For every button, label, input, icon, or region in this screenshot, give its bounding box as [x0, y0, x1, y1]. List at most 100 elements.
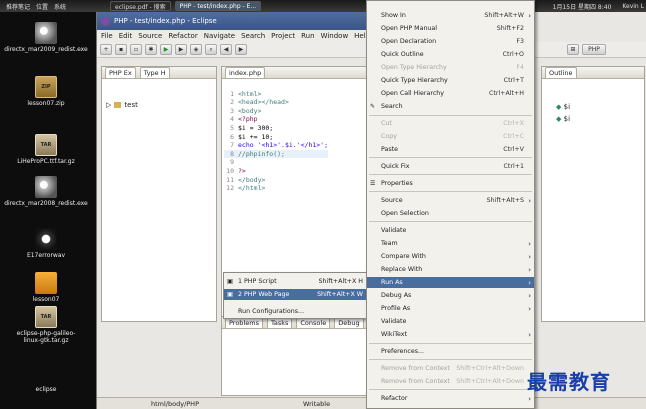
menu-item-copy: Copy Ctrl+C — [381, 133, 524, 140]
tar-icon: TAR — [35, 306, 57, 328]
submenu-arrow-icon: › — [528, 11, 531, 20]
explorer-tabs: PHP Ex Type H — [102, 67, 216, 79]
menu-item-paste[interactable]: Paste Ctrl+V — [367, 144, 534, 155]
menu-item-refactor[interactable]: Refactor › — [367, 393, 534, 404]
menu-item-wikitext[interactable]: WikiText › — [367, 329, 534, 340]
submenu-run-configurations[interactable]: Run Configurations... — [224, 306, 367, 317]
outline-tabs: Outline — [542, 67, 644, 79]
menu-separator — [369, 343, 532, 344]
menu-item-debug-as[interactable]: Debug As › — [367, 290, 534, 301]
outline-item[interactable]: ◆ $i — [556, 113, 570, 125]
menu-item-quick-outline[interactable]: Quick Outline Ctrl+O — [367, 49, 534, 60]
php-explorer-panel: PHP Ex Type H ▷ test — [101, 66, 217, 322]
task-button[interactable]: eclipse.pdf - 搜索 — [110, 1, 171, 11]
save-icon[interactable]: ▪ — [115, 44, 127, 55]
menu-item-team[interactable]: Team › — [367, 238, 534, 249]
task-button-active[interactable]: PHP - test/index.php - E... — [174, 1, 262, 11]
tab-index-php[interactable]: index.php — [225, 67, 266, 78]
title-bar: PHP - test/index.php - Eclipse — [97, 12, 369, 30]
menu-window[interactable]: Window — [321, 32, 349, 40]
code-line: 9 — [230, 158, 234, 167]
desktop-icon[interactable]: directx_mar2009_redist.exe — [4, 22, 88, 53]
menu-separator — [369, 115, 532, 116]
submenu-php-script[interactable]: ▣ 1 PHP Script Shift+Alt+X H — [224, 276, 367, 287]
back-icon[interactable]: ◀ — [220, 44, 232, 55]
outline-panel: Outline ◆ $i ◆ $i — [541, 66, 645, 322]
code-line: 10 ?> — [226, 166, 246, 175]
run-icon[interactable]: ▶ — [160, 44, 172, 55]
debug-icon[interactable]: ✱ — [145, 44, 157, 55]
menu-item-open-call-hierarchy[interactable]: Open Call Hierarchy Ctrl+Alt+H — [367, 88, 534, 99]
print-icon[interactable]: ▫ — [130, 44, 142, 55]
tab-outline[interactable]: Outline — [545, 67, 577, 78]
menu-item-show-in[interactable]: Show In Shift+Alt+W › — [367, 10, 534, 21]
code-area[interactable]: 1 <html> 2 <head></head> 3 <body> 4 <?php 5 $i = … — [224, 81, 329, 210]
taskbar-item[interactable]: 系统 — [54, 2, 66, 11]
desktop-icons: directx_mar2009_redist.exe ZIP lesson07.… — [2, 16, 92, 409]
taskbar-item[interactable]: 推荐笔记 — [6, 2, 30, 11]
menu-item-replace-with[interactable]: Replace With › — [367, 264, 534, 275]
menu-edit[interactable]: Edit — [119, 32, 133, 40]
user-name[interactable]: Kevin L — [622, 3, 644, 10]
menu-separator — [369, 359, 532, 360]
menu-item-open-selection[interactable]: Open Selection — [367, 208, 534, 219]
desktop-icon[interactable]: eclipse — [14, 386, 78, 393]
menu-item-quick-type-hierarchy[interactable]: Quick Type Hierarchy Ctrl+T — [367, 75, 534, 86]
menu-item-open-declaration[interactable]: Open Declaration F3 — [367, 36, 534, 47]
outline-item[interactable]: ◆ $i — [556, 101, 570, 113]
code-line: 7 echo '<h1>'.$i.'</h1>'; — [230, 141, 329, 150]
menu-search[interactable]: Search — [241, 32, 265, 40]
code-line: 2 <head></head> — [230, 98, 289, 107]
desktop-icon[interactable]: directx_mar2008_redist.exe — [4, 176, 88, 207]
menu-item-quick-fix[interactable]: Quick Fix Ctrl+1 — [367, 161, 534, 172]
menu-item-validate[interactable]: Validate — [367, 225, 534, 236]
zip-icon: ZIP — [35, 76, 57, 98]
menu-item-validate-2[interactable]: Validate — [367, 316, 534, 327]
code-line: 3 <body> — [230, 106, 262, 115]
menu-item-compare-with[interactable]: Compare With › — [367, 251, 534, 262]
desktop-icon[interactable]: TAR eclipse-php-galileo-linux-gtk.tar.gz — [14, 306, 78, 344]
submenu-php-web-page[interactable]: ▣ 2 PHP Web Page Shift+Alt+X W — [224, 289, 367, 300]
perspective-php-button[interactable]: PHP — [582, 44, 606, 55]
open-perspective-icon[interactable]: ⊞ — [567, 44, 579, 55]
submenu-arrow-icon: › — [528, 330, 531, 339]
expand-arrow-icon[interactable]: ▷ — [106, 101, 111, 109]
menu-run[interactable]: Run — [301, 32, 314, 40]
desktop-icon[interactable]: ZIP lesson07.zip — [14, 76, 78, 107]
forward-icon[interactable]: ▶ — [235, 44, 247, 55]
menu-source[interactable]: Source — [138, 32, 162, 40]
php-script-icon: ▣ — [227, 278, 233, 285]
menu-bar: File Edit Source Refactor Navigate Searc… — [97, 30, 370, 42]
code-line: 8//phpinfo(); — [224, 149, 329, 159]
tab-php-explorer[interactable]: PHP Ex — [105, 67, 136, 78]
desktop-icon[interactable]: lesson07 — [14, 272, 78, 303]
external-tools-icon[interactable]: ▶ — [175, 44, 187, 55]
menu-item-profile-as[interactable]: Profile As › — [367, 303, 534, 314]
search-icon[interactable]: ⌕ — [205, 44, 217, 55]
code-line: 1 <html> — [230, 89, 262, 98]
tree-item[interactable]: ▷ test — [106, 101, 138, 109]
menu-separator — [369, 389, 532, 390]
php-web-page-icon: ▣ — [227, 291, 233, 298]
menu-item-open-php-manual[interactable]: Open PHP Manual Shift+F2 — [367, 23, 534, 34]
menu-project[interactable]: Project — [271, 32, 295, 40]
menu-item-open-type-hierarchy: Open Type Hierarchy F4 — [381, 64, 524, 71]
menu-item-preferences[interactable]: Preferences... — [367, 346, 534, 357]
disc-icon — [35, 22, 57, 44]
code-line: 12 </html> — [226, 184, 266, 193]
menu-navigate[interactable]: Navigate — [204, 32, 235, 40]
search-icon: ✎ — [370, 103, 376, 110]
desktop-icon[interactable]: TAR LiHeProPC.ttf.tar.gz — [14, 134, 78, 165]
menu-item-run-as[interactable]: Run As › — [367, 277, 534, 288]
new-icon[interactable]: + — [100, 44, 112, 55]
taskbar-item[interactable]: 位置 — [36, 2, 48, 11]
window-title: PHP - test/index.php - Eclipse — [114, 17, 217, 25]
tab-type-hierarchy[interactable]: Type H — [139, 67, 170, 78]
menu-refactor[interactable]: Refactor — [168, 32, 197, 40]
menu-item-search[interactable]: ✎ Search — [367, 101, 534, 112]
menu-item-properties[interactable]: ☰ Properties — [367, 178, 534, 189]
desktop-icon[interactable]: E17errorwav — [14, 228, 78, 259]
menu-item-source[interactable]: Source Shift+Alt+S › — [367, 195, 534, 206]
open-type-icon[interactable]: ◈ — [190, 44, 202, 55]
menu-file[interactable]: File — [101, 32, 113, 40]
